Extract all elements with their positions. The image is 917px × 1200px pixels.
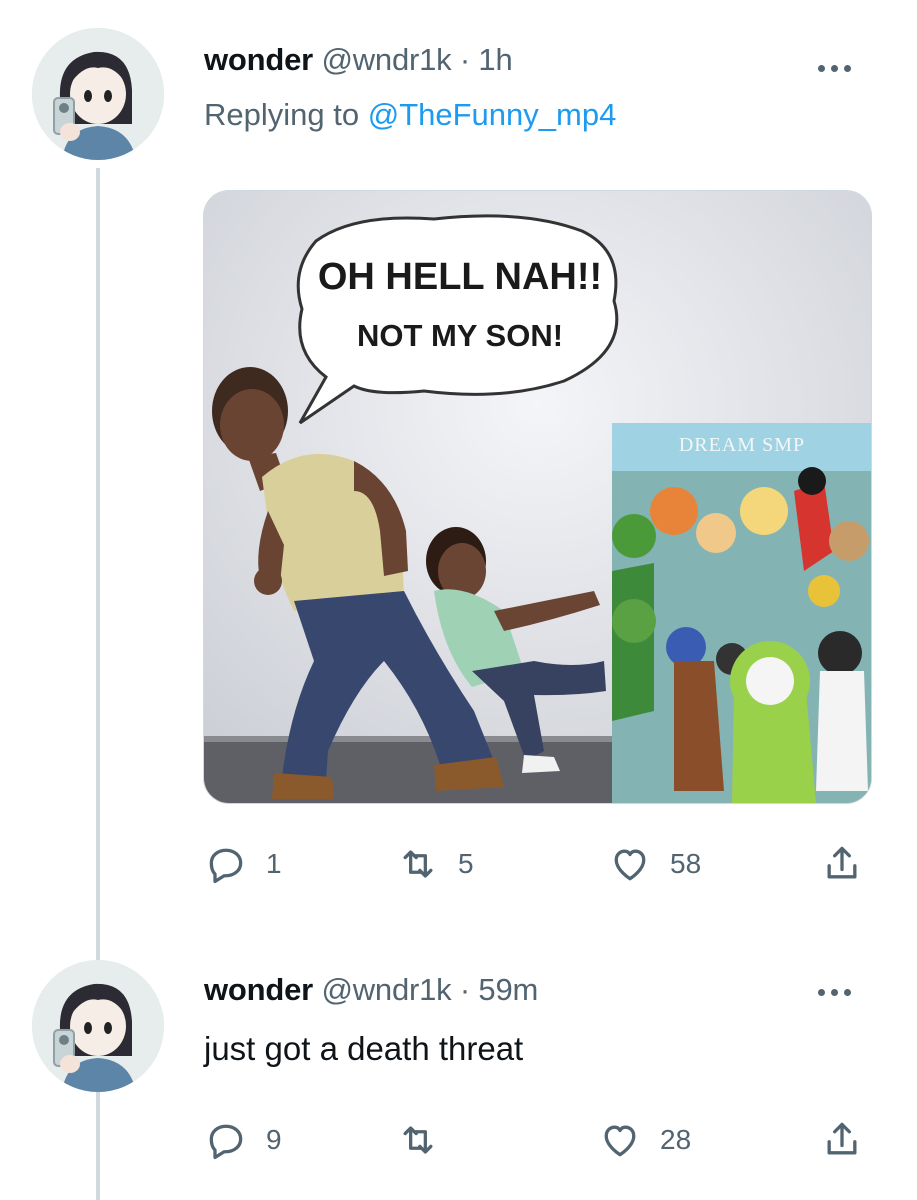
retweet-button[interactable]: 5 — [396, 842, 474, 886]
avatar[interactable] — [32, 28, 164, 160]
tweet-media[interactable]: OH HELL NAH!! NOT MY SON! DREAM SMP — [203, 190, 872, 804]
tweet-header: wonder @wndr1k · 59m — [204, 972, 538, 1008]
avatar[interactable] — [32, 960, 164, 1092]
reply-count: 9 — [266, 1124, 282, 1155]
replying-to: Replying to @TheFunny_mp4 — [204, 97, 616, 133]
share-icon — [827, 846, 857, 879]
replying-to-handle[interactable]: @TheFunny_mp4 — [368, 97, 617, 132]
tweet-header: wonder @wndr1k · 1h — [204, 42, 513, 78]
replying-to-label: Replying to — [204, 97, 360, 132]
retweet-count: 5 — [458, 848, 474, 879]
reply-count: 1 — [266, 848, 282, 879]
share-button[interactable] — [820, 842, 864, 886]
like-icon — [614, 849, 646, 881]
meme-image: OH HELL NAH!! NOT MY SON! DREAM SMP — [204, 191, 871, 803]
like-count: 28 — [660, 1124, 692, 1155]
reply-button[interactable]: 9 — [204, 1118, 282, 1162]
more-icon[interactable] — [818, 56, 862, 80]
reply-button[interactable]: 1 — [204, 842, 282, 886]
tweet-text: just got a death threat — [204, 1030, 524, 1067]
poster-title: DREAM SMP — [679, 434, 805, 456]
avatar-image — [32, 960, 164, 1092]
share-icon — [827, 1122, 857, 1155]
reply-icon — [209, 1124, 243, 1160]
more-icon[interactable] — [818, 980, 862, 1004]
retweet-icon — [403, 850, 433, 878]
like-icon — [604, 1125, 636, 1157]
like-count: 58 — [670, 848, 702, 879]
handle-time[interactable]: @wndr1k · 1h — [321, 42, 512, 77]
retweet-button[interactable] — [396, 1118, 458, 1162]
like-button[interactable]: 28 — [598, 1118, 691, 1162]
retweet-icon — [403, 1126, 433, 1154]
speech-line-1: OH HELL NAH!! — [318, 256, 602, 298]
share-button[interactable] — [820, 1118, 864, 1162]
like-button[interactable]: 58 — [608, 842, 701, 886]
reply-icon — [209, 848, 243, 884]
avatar-image — [32, 28, 164, 160]
handle-time[interactable]: @wndr1k · 59m — [321, 972, 538, 1007]
display-name[interactable]: wonder — [204, 972, 313, 1007]
display-name[interactable]: wonder — [204, 42, 313, 77]
speech-line-2: NOT MY SON! — [357, 318, 563, 353]
